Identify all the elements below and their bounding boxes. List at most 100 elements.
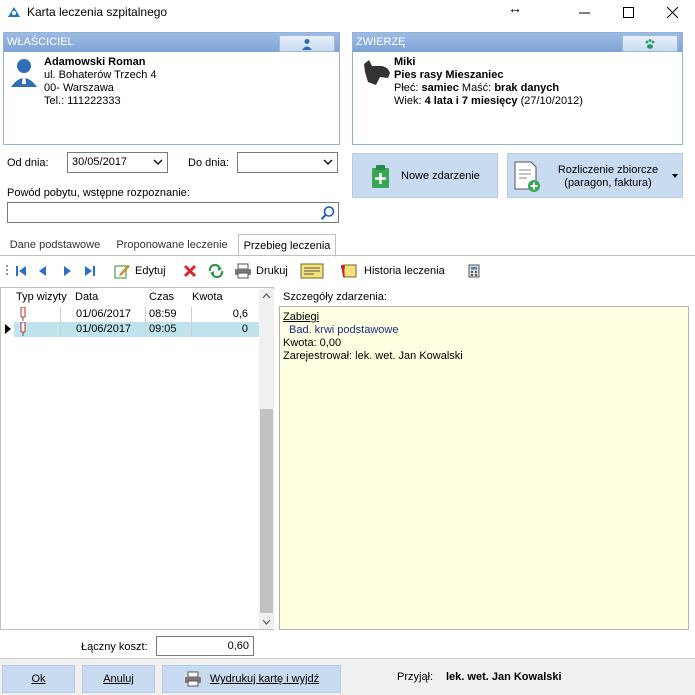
from-date-label: Od dnia: — [7, 157, 49, 169]
owner-city: 00- Warszawa — [44, 82, 114, 94]
sex-label: Płeć: — [394, 82, 419, 94]
new-event-button[interactable]: Nowe zdarzenie — [352, 153, 498, 198]
column-header-type[interactable]: Typ wizyty — [16, 291, 67, 303]
owner-street: ul. Bohaterów Trzech 4 — [44, 69, 157, 81]
grid-scrollbar[interactable] — [259, 289, 274, 629]
refresh-button[interactable] — [208, 263, 224, 279]
minimize-button[interactable] — [562, 0, 606, 24]
tab-proposed-treatment[interactable]: Proponowane leczenie — [110, 234, 234, 256]
admitted-by-value: lek. wet. Jan Kowalski — [446, 671, 562, 683]
add-document-icon — [372, 165, 389, 188]
treatment-history-button[interactable] — [340, 263, 358, 279]
animal-species: Pies rasy Mieszaniec — [394, 69, 503, 81]
person-icon — [302, 38, 312, 50]
sex-value: samiec — [421, 82, 459, 94]
owner-phone: Tel.: 111222333 — [44, 95, 121, 107]
scroll-up-icon[interactable] — [262, 293, 271, 299]
total-cost-field: 0,60 — [156, 636, 254, 656]
cell-date: 01/06/2017 — [76, 308, 132, 320]
dropdown-arrow-icon[interactable] — [672, 174, 678, 178]
previous-record-button[interactable] — [36, 263, 50, 279]
age-value: 4 lata i 7 miesięcy — [424, 95, 518, 107]
to-date-label: Do dnia: — [188, 157, 229, 169]
reason-label: Powód pobytu, wstępne rozpoznanie: — [7, 187, 190, 199]
cell-date: 01/06/2017 — [76, 323, 132, 335]
first-record-icon — [16, 266, 26, 276]
close-button[interactable] — [650, 0, 694, 24]
details-category: Zabiegi — [283, 311, 320, 323]
previous-record-icon — [39, 266, 46, 276]
print-button[interactable] — [234, 263, 252, 279]
column-header-amount[interactable]: Kwota — [192, 291, 223, 303]
table-row[interactable]: 01/06/2017 08:59 0,6 — [14, 307, 261, 322]
dog-icon — [364, 60, 390, 85]
ok-label: Ok — [31, 673, 46, 685]
next-record-button[interactable] — [60, 263, 74, 279]
cell-amount: 0 — [241, 323, 248, 335]
summary-label-line2: (paragon, faktura) — [564, 177, 652, 189]
toolbar-grip — [5, 263, 9, 279]
last-record-button[interactable] — [83, 263, 97, 279]
edit-button[interactable] — [114, 263, 130, 279]
table-row-selected[interactable]: 01/06/2017 09:05 0 — [14, 322, 261, 337]
history-icon — [341, 264, 357, 278]
invoice-icon — [514, 161, 540, 192]
details-amount: Kwota: 0,00 — [283, 337, 342, 349]
animal-panel: ZWIERZĘ Miki Pies rasy Mieszaniec Płeć: … — [352, 32, 683, 145]
scroll-down-icon[interactable] — [262, 619, 271, 625]
edit-icon — [114, 264, 130, 279]
print-card-exit-button[interactable]: Wydrukuj kartę i wyjdź — [162, 665, 341, 693]
chevron-down-icon — [323, 159, 333, 165]
color-value: brak danych — [494, 82, 560, 94]
cancel-label: Anuluj — [103, 673, 134, 685]
animal-name: Miki — [394, 56, 416, 68]
delete-button[interactable] — [183, 263, 197, 279]
reason-input[interactable] — [7, 202, 339, 223]
print-card-exit-label: Wydrukuj kartę i wyjdź — [209, 673, 320, 685]
close-icon — [666, 6, 678, 18]
minimize-icon — [578, 12, 590, 13]
first-record-button[interactable] — [14, 263, 28, 279]
summary-label-line1: Rozliczenie zbiorcze — [557, 164, 659, 176]
edit-label[interactable]: Edytuj — [135, 265, 166, 277]
maximize-button[interactable] — [606, 0, 650, 24]
animal-details-button[interactable] — [622, 35, 678, 52]
column-header-time[interactable]: Czas — [149, 291, 174, 303]
owner-name: Adamowski Roman — [44, 56, 146, 68]
tab-treatment-course[interactable]: Przebieg leczenia — [238, 234, 336, 257]
resize-arrows-icon[interactable]: ↔ — [508, 0, 522, 16]
to-date-picker[interactable] — [237, 152, 338, 173]
summary-settlement-button[interactable]: Rozliczenie zbiorcze (paragon, faktura) — [507, 153, 683, 198]
tab-basic-data[interactable]: Dane podstawowe — [3, 234, 107, 256]
color-label: Maść: — [461, 82, 492, 94]
cell-time: 08:59 — [149, 308, 177, 320]
from-date-value: 30/05/2017 — [72, 156, 128, 168]
ok-button[interactable]: Ok — [2, 665, 75, 693]
printer-icon — [235, 263, 251, 279]
cell-time: 09:05 — [149, 323, 177, 335]
animal-sex-color: Płeć: samiec Maść: brak danych — [394, 82, 559, 94]
visits-grid[interactable]: Typ wizyty Data Czas Kwota 01/06/2017 08… — [0, 287, 274, 630]
from-date-picker[interactable]: 30/05/2017 — [67, 152, 168, 173]
printer-icon — [184, 671, 201, 687]
owner-details-button[interactable] — [279, 35, 335, 52]
cancel-button[interactable]: Anuluj — [82, 665, 155, 693]
calculator-icon — [468, 264, 480, 278]
print-label[interactable]: Drukuj — [256, 265, 288, 277]
details-registered: Zarejestrował: lek. wet. Jan Kowalski — [283, 350, 463, 362]
print-preview-button[interactable] — [300, 263, 326, 279]
search-icon[interactable] — [320, 205, 336, 221]
scrollbar-thumb[interactable] — [260, 409, 273, 613]
owner-panel: WŁAŚCICIEL Adamowski Roman ul. Bohaterów… — [3, 32, 340, 145]
calculator-button[interactable] — [467, 263, 481, 279]
paw-icon — [645, 38, 655, 49]
animal-age: Wiek: 4 lata i 7 miesięcy (27/10/2012) — [394, 95, 583, 107]
treatment-history-label[interactable]: Historia leczenia — [364, 265, 445, 277]
print-preview-icon — [300, 263, 324, 279]
maximize-icon — [622, 6, 634, 18]
birth-date: (27/10/2012) — [520, 95, 583, 107]
animal-breed: Mieszaniec — [445, 69, 504, 81]
chevron-down-icon — [153, 159, 163, 165]
window-title: Karta leczenia szpitalnego — [27, 5, 168, 19]
column-header-date[interactable]: Data — [75, 291, 98, 303]
